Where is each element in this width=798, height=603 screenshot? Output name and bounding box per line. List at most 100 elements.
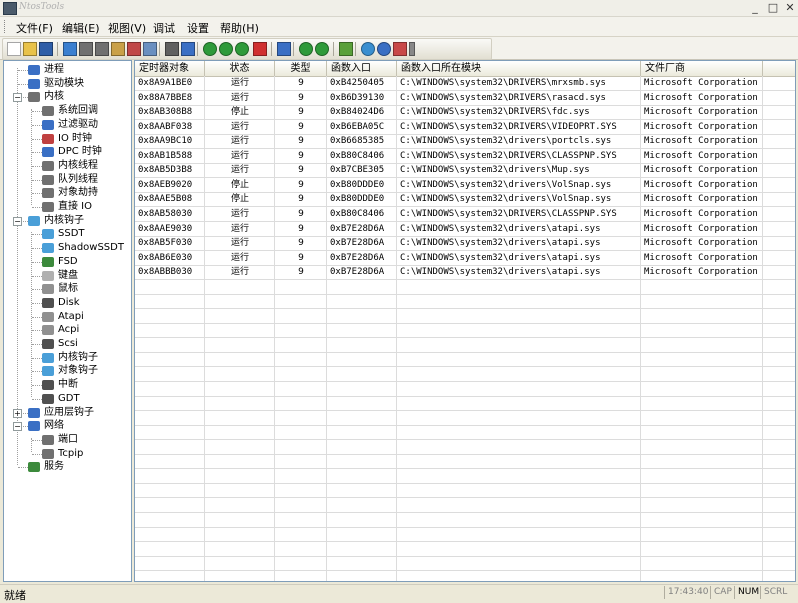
- menu-settings[interactable]: 设置: [187, 20, 209, 36]
- tree-item[interactable]: 系统回调: [42, 104, 98, 118]
- tree-connector: [32, 330, 42, 332]
- collapse-icon[interactable]: −: [13, 216, 22, 226]
- color-icon[interactable]: [393, 42, 407, 56]
- keyboard-icon: [42, 270, 54, 281]
- column-header[interactable]: 定时器对象: [135, 61, 205, 76]
- run-icon[interactable]: [299, 42, 313, 56]
- tree-item[interactable]: ShadowSSDT: [42, 241, 124, 255]
- refresh-icon[interactable]: [63, 42, 77, 56]
- tree-item[interactable]: 端口: [42, 433, 78, 447]
- module-cell: C:\WINDOWS\system32\DRIVERS\VIDEOPRT.SYS: [400, 121, 617, 132]
- network-icon[interactable]: [339, 42, 353, 56]
- new-icon[interactable]: [7, 42, 21, 56]
- collapse-icon[interactable]: −: [13, 422, 22, 432]
- save-icon[interactable]: [39, 42, 53, 56]
- pause-icon[interactable]: [315, 42, 329, 56]
- tree-item[interactable]: 内核钩子: [42, 351, 98, 365]
- help-icon[interactable]: [181, 42, 195, 56]
- table-row[interactable]: 0x8AA9BC10 运行 9 0xB6685385 C:\WINDOWS\system…: [135, 134, 795, 150]
- tree-item[interactable]: Scsi: [42, 337, 78, 351]
- navigation-tree[interactable]: 进程 驱动模块 内核 − 系统回调 过滤驱动 IO 时钟 DPC 时钟 内核线程 队列线程 对象劫持…: [3, 60, 132, 582]
- properties-icon[interactable]: [143, 42, 157, 56]
- table-row[interactable]: 0x8AAE5B08 停止 9 0xB80DDDE0 C:\WINDOWS\system…: [135, 192, 795, 208]
- menu-help[interactable]: 帮助(H): [220, 20, 259, 36]
- table-row[interactable]: 0x8AB58030 运行 9 0xB80C8406 C:\WINDOWS\system…: [135, 207, 795, 222]
- table-row[interactable]: 0x8AB1B588 运行 9 0xB80C8406 C:\WINDOWS\system…: [135, 149, 795, 164]
- table-row[interactable]: 0x8AABF038 运行 9 0xB6EBA05C C:\WINDOWS\system…: [135, 120, 795, 135]
- tree-item[interactable]: 过滤驱动: [42, 118, 98, 132]
- cut-icon[interactable]: [79, 42, 93, 56]
- table-row[interactable]: 0x8AB5F030 运行 9 0xB7E28D6A C:\WINDOWS\system…: [135, 236, 795, 252]
- tree-item-label: 过滤驱动: [58, 118, 98, 130]
- tree-item[interactable]: 中断: [42, 378, 78, 392]
- window-title: NtosTools: [19, 2, 65, 12]
- tree-item[interactable]: 应用层钩子: [28, 406, 94, 420]
- tree-item[interactable]: FSD: [42, 255, 78, 269]
- state-cell: 停止: [230, 179, 249, 190]
- info-icon[interactable]: [377, 42, 391, 56]
- tree-item[interactable]: 对象劫持: [42, 186, 98, 200]
- tree-connector: [18, 83, 28, 85]
- type-cell: 9: [298, 194, 304, 205]
- menu-file[interactable]: 文件(F): [16, 20, 53, 36]
- tree-item[interactable]: 内核钩子: [28, 214, 84, 228]
- tree-item[interactable]: 内核线程: [42, 159, 98, 173]
- column-header[interactable]: 类型: [275, 61, 327, 76]
- arrow-up-icon[interactable]: [219, 42, 233, 56]
- tree-item[interactable]: 进程: [28, 63, 64, 77]
- export-icon[interactable]: [127, 42, 141, 56]
- tree-item[interactable]: Atapi: [42, 310, 84, 324]
- column-header[interactable]: 函数入口所在模块: [397, 61, 641, 76]
- tree-item[interactable]: DPC 时钟: [42, 145, 102, 159]
- tree-item[interactable]: GDT: [42, 392, 80, 406]
- tree-item[interactable]: 对象钩子: [42, 364, 98, 378]
- menu-debug[interactable]: 调试: [153, 20, 175, 36]
- tree-item[interactable]: 队列线程: [42, 173, 98, 187]
- tree-item[interactable]: Acpi: [42, 323, 79, 337]
- table-row[interactable]: 0x8ABBB030 运行 9 0xB7E28D6A C:\WINDOWS\system…: [135, 265, 795, 281]
- delete-icon[interactable]: [253, 42, 267, 56]
- table-row[interactable]: 0x8AB5D3B8 运行 9 0xB7CBE305 C:\WINDOWS\system…: [135, 163, 795, 179]
- menu-view[interactable]: 视图(V): [108, 20, 146, 36]
- timer-list[interactable]: 定时器对象 状态 类型 函数入口 函数入口所在模块 文件厂商 0x8A9A1BE0 运行 9 0…: [134, 60, 796, 582]
- tree-item[interactable]: 内核: [28, 90, 64, 104]
- print-icon[interactable]: [165, 42, 179, 56]
- paste-icon[interactable]: [111, 42, 125, 56]
- toolbar-separator: [293, 42, 294, 56]
- tree-item[interactable]: 驱动模块: [28, 77, 84, 91]
- column-header[interactable]: 状态: [205, 61, 275, 76]
- table-row[interactable]: 0x8AB308B8 停止 9 0xB84024D6 C:\WINDOWS\system…: [135, 105, 795, 121]
- close-button[interactable]: ✕: [783, 1, 797, 14]
- tree-connector: [32, 289, 42, 291]
- maximize-button[interactable]: □: [766, 1, 780, 14]
- tree-item[interactable]: 鼠标: [42, 282, 78, 296]
- minimize-button[interactable]: _: [748, 1, 762, 14]
- menu-edit[interactable]: 编辑(E): [62, 20, 100, 36]
- column-header[interactable]: 文件厂商: [641, 61, 763, 76]
- table-row[interactable]: 0x88A7BBE8 运行 9 0xB6D39130 C:\WINDOWS\system…: [135, 91, 795, 106]
- table-row[interactable]: 0x8AEB9020 停止 9 0xB80DDDE0 C:\WINDOWS\system…: [135, 178, 795, 193]
- tree-item[interactable]: 服务: [28, 460, 64, 474]
- empty-row: [135, 396, 795, 412]
- column-header[interactable]: 函数入口: [327, 61, 397, 76]
- collapse-icon[interactable]: −: [13, 93, 22, 103]
- table-row[interactable]: 0x8A9A1BE0 运行 9 0xB4250405 C:\WINDOWS\system…: [135, 76, 795, 91]
- tree-item[interactable]: 直接 IO: [42, 200, 92, 214]
- table-row[interactable]: 0x8AB6E030 运行 9 0xB7E28D6A C:\WINDOWS\system…: [135, 251, 795, 266]
- expand-icon[interactable]: +: [13, 408, 22, 418]
- tree-item[interactable]: IO 时钟: [42, 132, 92, 146]
- arrow-down-icon[interactable]: [235, 42, 249, 56]
- settings-icon[interactable]: [361, 42, 375, 56]
- tree-item[interactable]: Tcpip: [42, 447, 83, 461]
- tree-item[interactable]: 网络: [28, 419, 64, 433]
- table-row[interactable]: 0x8AAE9030 运行 9 0xB7E28D6A C:\WINDOWS\system…: [135, 222, 795, 237]
- search-icon[interactable]: [277, 42, 291, 56]
- tree-item[interactable]: Disk: [42, 296, 79, 310]
- tree-item[interactable]: 键盘: [42, 269, 78, 283]
- up-icon[interactable]: [203, 42, 217, 56]
- dropdown-icon[interactable]: [409, 42, 415, 56]
- open-icon[interactable]: [23, 42, 37, 56]
- copy-icon[interactable]: [95, 42, 109, 56]
- timer-object-cell: 0x8AB5F030: [138, 238, 193, 249]
- tree-item[interactable]: SSDT: [42, 227, 85, 241]
